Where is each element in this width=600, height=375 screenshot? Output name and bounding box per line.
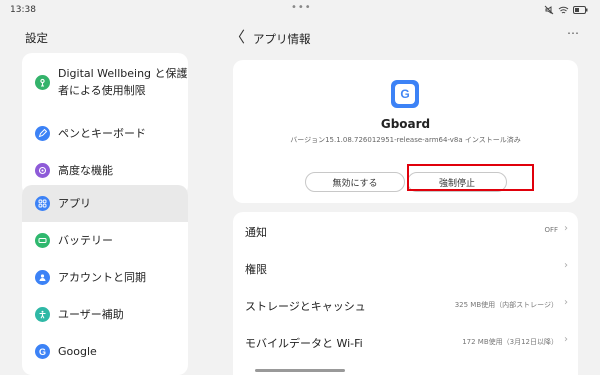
pen-icon: [35, 126, 50, 141]
chevron-right-icon: ›: [564, 297, 568, 308]
row-value: 325 MB使用（内部ストレージ）: [454, 301, 558, 309]
row-permissions[interactable]: 権限 ›: [233, 249, 578, 286]
wifi-icon: [558, 6, 569, 13]
row-label: 権限: [245, 263, 267, 276]
status-bar: 13:38 •••: [0, 0, 600, 20]
sidebar-item-digital-wellbeing[interactable]: Digital Wellbeing と保護 者による使用制限: [22, 59, 188, 105]
back-icon[interactable]: 〈: [230, 30, 245, 45]
sidebar-item-battery[interactable]: バッテリー: [22, 222, 188, 259]
more-options-icon[interactable]: ⋯: [567, 26, 580, 40]
home-indicator[interactable]: [255, 369, 345, 372]
sidebar-item-label: アプリ: [58, 197, 91, 210]
row-label: ストレージとキャッシュ: [245, 300, 366, 313]
accessibility-icon: [35, 307, 50, 322]
sidebar-item-label: アカウントと同期: [58, 271, 146, 284]
chevron-right-icon: ›: [564, 334, 568, 345]
google-icon: G: [35, 344, 50, 359]
system-icons: [544, 4, 588, 16]
app-name: Gboard: [380, 117, 431, 131]
sidebar-item-label: ユーザー補助: [58, 308, 124, 321]
app-icon-letter: G: [395, 84, 415, 104]
sidebar-item-label-line1: Digital Wellbeing と保護: [58, 67, 188, 80]
mute-icon: [544, 5, 554, 15]
multiwindow-handle[interactable]: •••: [291, 2, 312, 13]
settings-title: 設定: [25, 31, 48, 45]
app-summary-card: G Gboard バージョン15.1.08.726012951-release-…: [233, 60, 578, 203]
app-info-panel: 〈 アプリ情報 ⋯ G Gboard バージョン15.1.08.72601295…: [210, 20, 600, 375]
app-version: バージョン15.1.08.726012951-release-arm64-v8a…: [290, 136, 521, 144]
force-stop-button[interactable]: 強制停止: [407, 172, 507, 192]
settings-sidebar: 設定 Digital Wellbeing と保護 者による使用制限 ペンとキーボ…: [0, 20, 208, 375]
sidebar-item-label: ペンとキーボード: [58, 127, 146, 140]
disable-button[interactable]: 無効にする: [305, 172, 405, 192]
row-label: モバイルデータと Wi-Fi: [245, 337, 363, 350]
chevron-right-icon: ›: [564, 260, 568, 271]
sidebar-item-label-line2: 者による使用制限: [58, 84, 146, 97]
row-label: 通知: [245, 226, 267, 239]
settings-group-1: Digital Wellbeing と保護 者による使用制限 ペンとキーボード …: [22, 53, 188, 196]
sidebar-item-label: Google: [58, 345, 97, 358]
sidebar-item-label: 高度な機能: [58, 164, 113, 177]
account-icon: [35, 270, 50, 285]
sidebar-item-apps[interactable]: アプリ: [22, 185, 188, 222]
gboard-app-icon: G: [391, 80, 419, 108]
chevron-right-icon: ›: [564, 223, 568, 234]
wellbeing-icon: [35, 74, 50, 90]
row-value: OFF: [544, 226, 558, 234]
battery-icon: [35, 233, 50, 248]
sidebar-item-pen-keyboard[interactable]: ペンとキーボード: [22, 115, 188, 152]
advanced-features-icon: [35, 163, 50, 178]
status-time: 13:38: [10, 5, 36, 15]
settings-group-2: アプリ バッテリー アカウントと同期 ユーザー補助 G Google: [22, 185, 188, 375]
battery-status-icon: [573, 6, 588, 14]
app-settings-list: 通知 OFF › 権限 › ストレージとキャッシュ 325 MB使用（内部ストレ…: [233, 212, 578, 375]
sidebar-item-label: バッテリー: [58, 234, 113, 247]
sidebar-item-accessibility[interactable]: ユーザー補助: [22, 296, 188, 333]
sidebar-item-advanced-features[interactable]: 高度な機能: [22, 152, 188, 189]
row-storage-cache[interactable]: ストレージとキャッシュ 325 MB使用（内部ストレージ） ›: [233, 286, 578, 323]
row-notifications[interactable]: 通知 OFF ›: [233, 212, 578, 249]
page-title: アプリ情報: [253, 32, 311, 46]
sidebar-item-accounts-sync[interactable]: アカウントと同期: [22, 259, 188, 296]
sidebar-item-google[interactable]: G Google: [22, 333, 188, 370]
apps-grid-icon: [35, 196, 50, 211]
row-value: 172 MB使用（3月12日以降）: [462, 338, 558, 346]
row-mobile-data-wifi[interactable]: モバイルデータと Wi-Fi 172 MB使用（3月12日以降） ›: [233, 323, 578, 360]
